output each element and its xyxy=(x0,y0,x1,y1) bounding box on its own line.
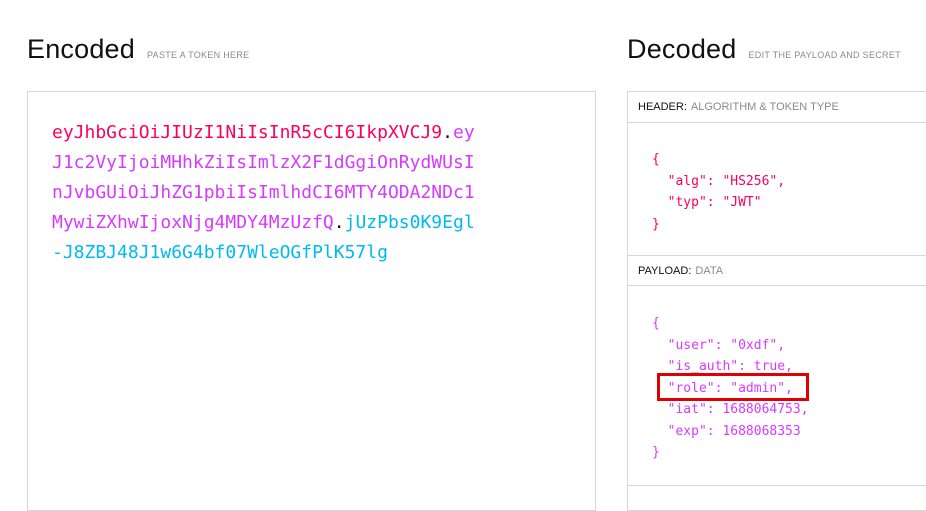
token-signature-segment: jUzPbs0K9Egl xyxy=(344,212,475,233)
decoded-section-title: Decoded EDIT THE PAYLOAD AND SECRET xyxy=(627,34,901,65)
json-line: "typ": "JWT" xyxy=(652,195,762,210)
token-signature-segment: -J8ZBJ48J1w6G4bf07WleOGfPlK57lg xyxy=(52,242,388,263)
encoded-section-title: Encoded PASTE A TOKEN HERE xyxy=(27,34,249,65)
header-json-editor[interactable]: { "alg": "HS256", "typ": "JWT"} xyxy=(652,149,785,235)
json-line: } xyxy=(652,445,660,460)
token-payload-segment: MywiZXhwIjoxNjg4MDY4MzUzfQ xyxy=(52,212,334,233)
encoded-token-text[interactable]: eyJhbGciOiJIUzI1NiIsInR5cCI6IkpXVCJ9.ey J… xyxy=(52,118,532,268)
payload-panel-heading: PAYLOAD: DATA xyxy=(628,255,926,286)
decoded-title: Decoded xyxy=(627,34,737,64)
token-payload-segment: nJvbGUiOiJhZG1pbiIsImlhdCI6MTY4ODA2NDc1 xyxy=(52,182,475,203)
decoded-panel: HEADER: ALGORITHM & TOKEN TYPE { "alg": … xyxy=(627,91,926,511)
token-line: -J8ZBJ48J1w6G4bf07WleOGfPlK57lg xyxy=(52,238,532,268)
header-panel-label: HEADER: xyxy=(638,101,687,113)
json-line: } xyxy=(652,216,660,232)
token-payload-segment: ey xyxy=(452,122,475,143)
header-panel-heading: HEADER: ALGORITHM & TOKEN TYPE xyxy=(628,92,926,123)
role-highlight-box xyxy=(657,373,809,401)
payload-panel-label: PAYLOAD: xyxy=(638,264,692,277)
token-dot-segment: . xyxy=(442,122,453,143)
payload-panel-sublabel: DATA xyxy=(695,264,724,277)
json-line: { xyxy=(652,152,660,167)
json-line: "user": "0xdf", xyxy=(652,337,786,353)
token-payload-segment: J1c2VyIjoiMHhkZiIsImlzX2F1dGgiOnRydWUsI xyxy=(52,152,475,173)
encoded-token-editor[interactable]: eyJhbGciOiJIUzI1NiIsInR5cCI6IkpXVCJ9.ey J… xyxy=(27,91,596,511)
encoded-title: Encoded xyxy=(27,34,135,64)
token-header-segment: eyJhbGciOiJIUzI1NiIsInR5cCI6IkpXVCJ9 xyxy=(52,122,443,143)
header-panel-sublabel: ALGORITHM & TOKEN TYPE xyxy=(690,101,839,113)
token-line: J1c2VyIjoiMHhkZiIsImlzX2F1dGgiOnRydWUsI xyxy=(52,148,532,178)
json-line: "iat": 1688064753, xyxy=(652,402,809,417)
token-dot-segment: . xyxy=(333,212,345,233)
encoded-subtitle: PASTE A TOKEN HERE xyxy=(147,50,250,60)
token-line: nJvbGUiOiJhZG1pbiIsImlhdCI6MTY4ODA2NDc1 xyxy=(52,178,532,208)
decoded-subtitle: EDIT THE PAYLOAD AND SECRET xyxy=(748,50,901,60)
token-line: MywiZXhwIjoxNjg4MDY4MzUzfQ.jUzPbs0K9Egl xyxy=(52,208,532,238)
json-line: "alg": "HS256", xyxy=(652,173,786,189)
token-line: eyJhbGciOiJIUzI1NiIsInR5cCI6IkpXVCJ9.ey xyxy=(52,118,532,148)
panel-divider xyxy=(628,485,926,486)
json-line: { xyxy=(652,316,660,331)
json-line: "exp": 1688068353 xyxy=(652,423,801,439)
